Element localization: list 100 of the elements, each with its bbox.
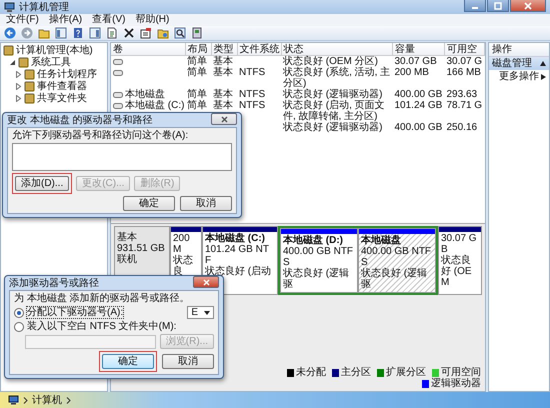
breadcrumb-item[interactable]: 计算机 [32, 394, 62, 406]
partition-block[interactable]: 本地磁盘 (D:) 400.00 GB NTFS 状态良好 (逻辑驱 [280, 228, 358, 293]
table-cell: 简单 [187, 67, 207, 78]
disk-settings-icon[interactable] [191, 27, 203, 39]
table-cell: 基本 [213, 89, 233, 100]
menu-item[interactable]: 操作(A) [48, 14, 82, 26]
partition-info: 状态良 [173, 255, 194, 277]
partition-info: 101.24 GB NTF [205, 244, 270, 266]
actions-header: 操作 [489, 43, 549, 57]
table-cell: 状态良好 (逻辑驱动器) [283, 89, 382, 100]
table-cell: 78.71 G [446, 100, 482, 111]
panel-icon[interactable] [89, 27, 101, 39]
table-cell: 293.63 [446, 89, 478, 100]
maximize-button[interactable] [487, 0, 509, 12]
tree-item[interactable]: 事件查看器 [37, 80, 87, 92]
close-button[interactable] [510, 0, 546, 12]
action-item[interactable]: 磁盘管理 [489, 57, 549, 70]
table-cell: 200 MB [394, 67, 429, 78]
table-cell: 基本 [213, 100, 233, 111]
partition-block[interactable]: 本地磁盘 400.00 GB NTFS 状态良好 (逻辑驱 [358, 228, 436, 293]
folder-path-field[interactable] [25, 334, 156, 348]
document-icon[interactable] [106, 27, 118, 39]
panel-icon[interactable] [55, 27, 67, 39]
chevron-right-icon [66, 396, 71, 404]
table-cell: 101.24 GB [394, 100, 442, 111]
tree-item[interactable]: 共享文件夹 [37, 92, 87, 104]
table-cell: 30.07 GB [394, 56, 437, 67]
drive-letter-dropdown[interactable]: E [187, 306, 214, 319]
expanded-arrow-icon[interactable] [9, 58, 16, 66]
disk-info: 联机 [117, 254, 138, 265]
table-cell: 基本 [213, 67, 233, 78]
partition-name: 本地磁盘 (D:) [283, 235, 344, 246]
table-cell: 400.00 GB [394, 122, 442, 133]
dialog-prompt: 允许下列驱动器号和路径访问这个卷(A): [12, 130, 190, 141]
partition-info: 状态良好 (逻辑驱 [361, 268, 428, 290]
help-icon[interactable] [72, 27, 84, 39]
partition-name: 本地磁盘 (C:) [205, 233, 266, 244]
radio-label[interactable]: 分配以下驱动器号(A): [27, 307, 124, 318]
collapse-arrow-icon [540, 61, 546, 66]
table-cell: NTFS [239, 89, 266, 100]
table-cell: 简单 [187, 56, 207, 67]
collapsed-arrow-icon[interactable] [15, 94, 22, 102]
column-header[interactable]: 容量 [392, 43, 444, 56]
dialog-button[interactable]: 添加(D)... [15, 176, 70, 191]
chevron-right-icon [23, 396, 28, 404]
radio-button[interactable] [14, 308, 24, 318]
properties-icon[interactable] [140, 27, 152, 39]
drive-path-listbox[interactable] [12, 143, 232, 171]
collapsed-arrow-icon[interactable] [15, 82, 22, 90]
partition-info: 200 M [173, 233, 190, 255]
table-cell: 状态良好 (系统, 活动, 主分区) [283, 67, 390, 89]
dialog-button[interactable]: 确定 [123, 196, 175, 211]
menu-item[interactable]: 文件(F) [6, 14, 39, 26]
disk-info: 基本 [117, 232, 138, 243]
minimize-button[interactable] [464, 0, 486, 12]
column-header[interactable]: 文件系统 [237, 43, 281, 56]
legend-label: 逻辑驱动器 [431, 378, 481, 389]
partition-info: 状态良好 (启动 [205, 266, 272, 277]
computer-icon [8, 395, 19, 405]
folder-icon[interactable] [157, 27, 169, 39]
dialog-button[interactable]: 取消 [162, 354, 214, 369]
dialog-title: 更改 本地磁盘 的驱动器号和路径 [7, 114, 153, 126]
tree-item-icon [24, 80, 35, 92]
tree-item-icon [3, 44, 14, 56]
table-cell: 166 MB [446, 67, 481, 78]
tree-item[interactable]: 系统工具 [31, 56, 71, 68]
back-icon[interactable] [4, 27, 16, 39]
tree-item[interactable]: 任务计划程序 [37, 68, 97, 80]
radio-button[interactable] [14, 322, 24, 332]
table-cell: 基本 [213, 56, 233, 67]
table-cell: 简单 [187, 89, 207, 100]
menu-item[interactable]: 查看(V) [92, 14, 126, 26]
close-button[interactable] [211, 113, 237, 125]
search-icon[interactable] [174, 27, 186, 39]
legend-label: 主分区 [341, 367, 371, 378]
delete-icon[interactable] [123, 27, 135, 39]
partition-block[interactable]: 本地磁盘 (C:) 101.24 GB NTF 状态良好 (启动 [202, 226, 278, 295]
column-header[interactable]: 类型 [211, 43, 237, 56]
action-item[interactable]: 更多操作 [489, 70, 549, 83]
disk-info: 931.51 GB [117, 243, 166, 254]
table-cell: 250.16 [446, 122, 478, 133]
table-cell: 状态良好 (逻辑驱动器) [283, 122, 382, 133]
partition-info: 400.00 GB NTFS [361, 246, 432, 268]
close-button[interactable] [193, 276, 219, 288]
partition-block[interactable]: 30.07 GB 状态良好 (OEM [438, 226, 482, 295]
collapsed-arrow-icon[interactable] [15, 70, 22, 78]
dialog-button[interactable]: 取消 [180, 196, 232, 211]
legend-label: 未分配 [296, 367, 326, 378]
dialog-button[interactable]: 确定 [102, 354, 154, 369]
caret-icon [204, 310, 210, 314]
menu-item[interactable]: 帮助(H) [135, 14, 170, 26]
column-header[interactable]: 状态 [281, 43, 392, 56]
tree-item-icon [24, 92, 35, 104]
radio-label[interactable]: 装入以下空白 NTFS 文件夹中(M): [27, 321, 214, 332]
column-header[interactable]: 布局 [185, 43, 211, 56]
tree-item-icon [24, 68, 35, 80]
column-header[interactable]: 可用空 [444, 43, 484, 56]
column-header[interactable]: 卷 [111, 43, 185, 56]
tree-item[interactable]: 计算机管理(本地) [16, 44, 93, 56]
table-cell: NTFS [239, 100, 266, 111]
